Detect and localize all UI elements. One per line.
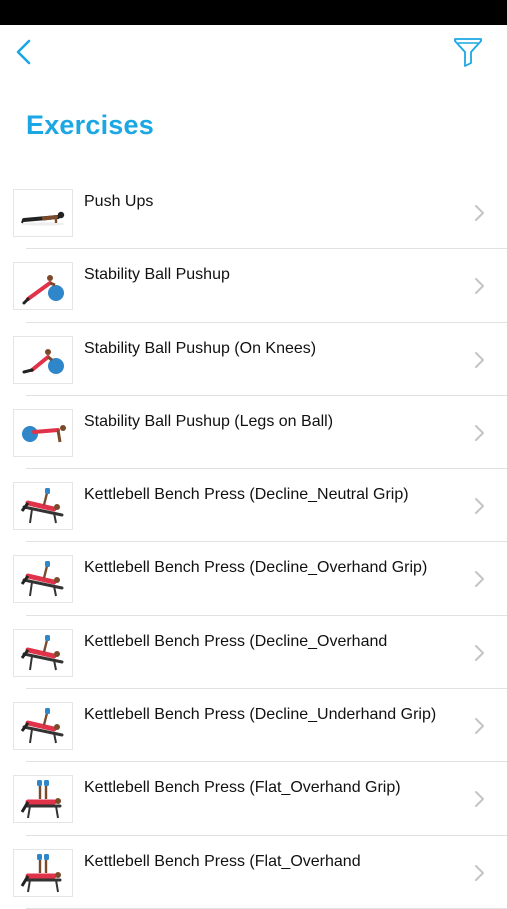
exercise-thumbnail (13, 482, 73, 531)
exercise-thumbnail (13, 628, 73, 677)
filter-button[interactable] (451, 35, 485, 71)
chevron-right-icon (473, 496, 485, 516)
chevron-right-icon (473, 643, 485, 663)
list-item[interactable]: Stability Ball Pushup (On Knees) (0, 323, 507, 397)
chevron-right-icon (473, 863, 485, 883)
funnel-icon (454, 38, 482, 67)
list-item[interactable]: Kettlebell Bench Press (Decline_Underhan… (0, 689, 507, 763)
exercise-thumbnail (13, 775, 73, 824)
exercise-thumbnail (13, 189, 73, 237)
chevron-right-icon (473, 716, 485, 736)
list-item[interactable]: Stability Ball Pushup (Legs on Ball) (0, 396, 507, 470)
exercise-thumbnail (13, 408, 73, 457)
exercise-name: Stability Ball Pushup (On Knees) (84, 339, 317, 357)
exercise-thumbnail (13, 335, 73, 384)
list-item[interactable]: Push Ups (0, 176, 507, 250)
chevron-right-icon (473, 569, 485, 589)
chevron-left-icon (16, 39, 31, 65)
chevron-right-icon (473, 789, 485, 809)
exercise-name: Kettlebell Bench Press (Decline_Underhan… (84, 706, 437, 724)
list-item[interactable]: Stability Ball Pushup (0, 249, 507, 323)
exercise-name: Kettlebell Bench Press (Flat_Overhand (84, 852, 361, 870)
exercise-name: Stability Ball Pushup (Legs on Ball) (84, 412, 334, 430)
list-item[interactable]: Kettlebell Bench Press (Flat_Overhand Gr… (0, 762, 507, 836)
chevron-right-icon (473, 276, 485, 296)
nav-bar (0, 25, 507, 85)
status-bar (0, 0, 507, 25)
exercise-thumbnail (13, 848, 73, 897)
list-item[interactable]: Kettlebell Bench Press (Decline_Overhand… (0, 542, 507, 617)
exercise-name: Push Ups (84, 193, 154, 210)
exercise-name: Kettlebell Bench Press (Decline_Overhand… (84, 559, 428, 577)
list-item[interactable]: Kettlebell Bench Press (Decline_Overhand (0, 616, 507, 690)
chevron-right-icon (473, 350, 485, 370)
page-title: Exercises (26, 110, 154, 140)
chevron-right-icon (473, 423, 485, 443)
exercise-name: Kettlebell Bench Press (Decline_Overhand (84, 632, 388, 650)
exercise-thumbnail (13, 555, 73, 604)
list-item[interactable]: Kettlebell Bench Press (Flat_Overhand (0, 836, 507, 909)
exercise-name: Kettlebell Bench Press (Flat_Overhand Gr… (84, 779, 401, 797)
exercise-thumbnail (13, 702, 73, 751)
back-button[interactable] (10, 35, 40, 71)
chevron-right-icon (473, 203, 485, 223)
list-item[interactable]: Kettlebell Bench Press (Decline_Neutral … (0, 469, 507, 543)
exercise-list: Push Ups Stability Ball Pushup Stability… (0, 176, 507, 909)
exercise-thumbnail (13, 262, 73, 311)
exercise-name: Kettlebell Bench Press (Decline_Neutral … (84, 486, 409, 504)
exercise-name: Stability Ball Pushup (84, 266, 230, 284)
